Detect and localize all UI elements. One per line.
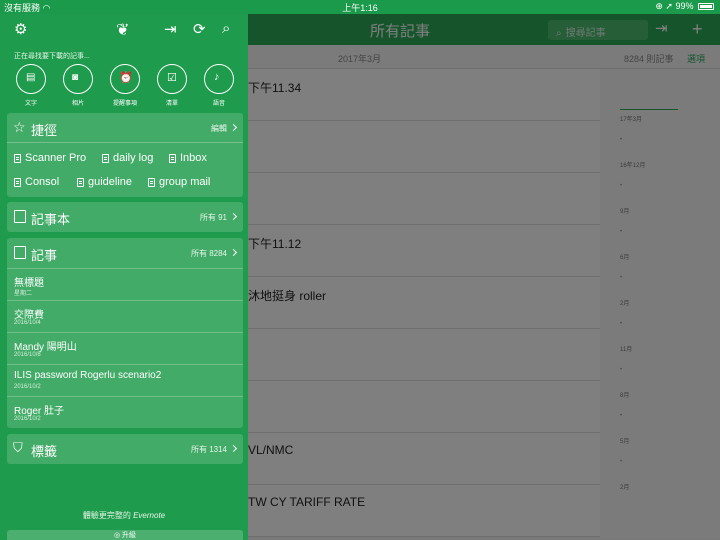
notebook-icon [14, 210, 26, 223]
quick-action-photo[interactable]: ◙ 相片 [58, 64, 98, 107]
status-right: ⊕ ➚ 99% [655, 1, 714, 12]
notes-count: 所有 8284 [191, 248, 238, 259]
notebooks-header[interactable]: 記事本 所有 91 [7, 202, 243, 232]
chevron-right-icon [229, 248, 238, 257]
recent-note-item[interactable]: 交際費 2016/10/4 [7, 300, 243, 332]
clock: 上午1:16 [342, 3, 378, 13]
lock-rotation-icon: ⊕ [655, 1, 663, 11]
camera-icon: ◙ [63, 64, 93, 94]
premium-promo: 體驗更完整的 Evernote [82, 511, 166, 520]
gear-icon[interactable]: ⚙ [14, 20, 27, 38]
side-drawer: ⚙ ❦ ⇥ ⟳ ⌕ 正在尋找要下載的記事... ▤ 文字 ◙ 相片 ⏰ 提醒事項… [0, 14, 248, 540]
notebooks-title: 記事本 [31, 212, 71, 227]
note-icon [14, 246, 26, 259]
chevron-right-icon [229, 444, 238, 453]
evernote-brand: Evernote [133, 511, 166, 520]
shortcut-item[interactable]: group mail [148, 176, 210, 188]
search-icon[interactable]: ⌕ [222, 20, 230, 37]
alarm-clock-icon: ⏰ [110, 64, 140, 94]
notes-header[interactable]: 記事 所有 8284 [7, 238, 243, 268]
shortcuts-edit-button[interactable]: 編輯 [211, 123, 238, 134]
battery-icon [698, 3, 714, 10]
battery-percent: 99% [675, 1, 694, 11]
tags-section[interactable]: ⛉ 標籤 所有 1314 [7, 434, 243, 464]
shortcuts-title: 捷徑 [31, 123, 58, 138]
location-icon: ➚ [665, 1, 673, 11]
sync-status-text: 正在尋找要下載的記事... [14, 53, 90, 60]
tags-title: 標籤 [31, 444, 58, 459]
checklist-icon: ☑ [157, 64, 187, 94]
tags-header[interactable]: ⛉ 標籤 所有 1314 [7, 434, 243, 464]
notebooks-count: 所有 91 [200, 212, 238, 223]
recent-note-item[interactable]: 無標題 星期二 [7, 268, 243, 300]
notes-title: 記事 [31, 248, 58, 263]
quick-action-text[interactable]: ▤ 文字 [11, 64, 51, 107]
shortcuts-header[interactable]: ☆ 捷徑 編輯 [7, 113, 243, 143]
quick-actions: ▤ 文字 ◙ 相片 ⏰ 提醒事項 ☑ 清單 ♪ 語音 [0, 64, 248, 120]
star-icon: ☆ [13, 119, 26, 135]
microphone-icon: ♪ [204, 64, 234, 94]
shortcut-item[interactable]: daily log [102, 152, 153, 164]
tag-icon: ⛉ [13, 440, 23, 455]
recent-note-item[interactable]: Mandy 陽明山 2016/10/8 [7, 332, 243, 364]
upgrade-button[interactable]: ◎ 升級 [7, 530, 243, 540]
shortcuts-section: ☆ 捷徑 編輯 Scanner Pro daily log Inbox Cons… [7, 113, 243, 197]
tags-count: 所有 1314 [191, 444, 238, 455]
recent-note-item[interactable]: ILIS password Rogerlu scenario2 2016/10/… [7, 364, 243, 396]
sync-icon[interactable]: ⟳ [193, 20, 206, 38]
shortcut-item[interactable]: guideline [77, 176, 132, 188]
note-icon [14, 177, 21, 187]
shortcut-item[interactable]: Scanner Pro [14, 152, 86, 164]
share-icon[interactable]: ⇥ [164, 20, 177, 38]
status-bar: 沒有服務 ◠ 上午1:16 ⊕ ➚ 99% [0, 0, 720, 14]
text-note-icon: ▤ [16, 64, 46, 94]
evernote-logo-icon: ❦ [116, 22, 130, 39]
note-icon [102, 153, 109, 163]
shortcut-item[interactable]: Consol [14, 176, 59, 188]
quick-action-audio[interactable]: ♪ 語音 [199, 64, 239, 107]
quick-action-checklist[interactable]: ☑ 清單 [152, 64, 192, 107]
upgrade-icon: ◎ [113, 532, 121, 539]
quick-action-reminder[interactable]: ⏰ 提醒事項 [105, 64, 145, 107]
note-icon [14, 153, 21, 163]
chevron-right-icon [229, 123, 238, 132]
chevron-right-icon [229, 212, 238, 221]
drawer-toolbar: ⚙ ❦ ⇥ ⟳ ⌕ [0, 14, 248, 45]
note-icon [148, 177, 155, 187]
notes-section: 記事 所有 8284 無標題 星期二 交際費 2016/10/4 Mandy 陽… [7, 238, 243, 428]
shortcut-item[interactable]: Inbox [169, 152, 207, 164]
recent-note-item[interactable]: Roger 肚子 2016/10/2 [7, 396, 243, 428]
note-icon [169, 153, 176, 163]
notebooks-section[interactable]: 記事本 所有 91 [7, 202, 243, 232]
note-icon [77, 177, 84, 187]
